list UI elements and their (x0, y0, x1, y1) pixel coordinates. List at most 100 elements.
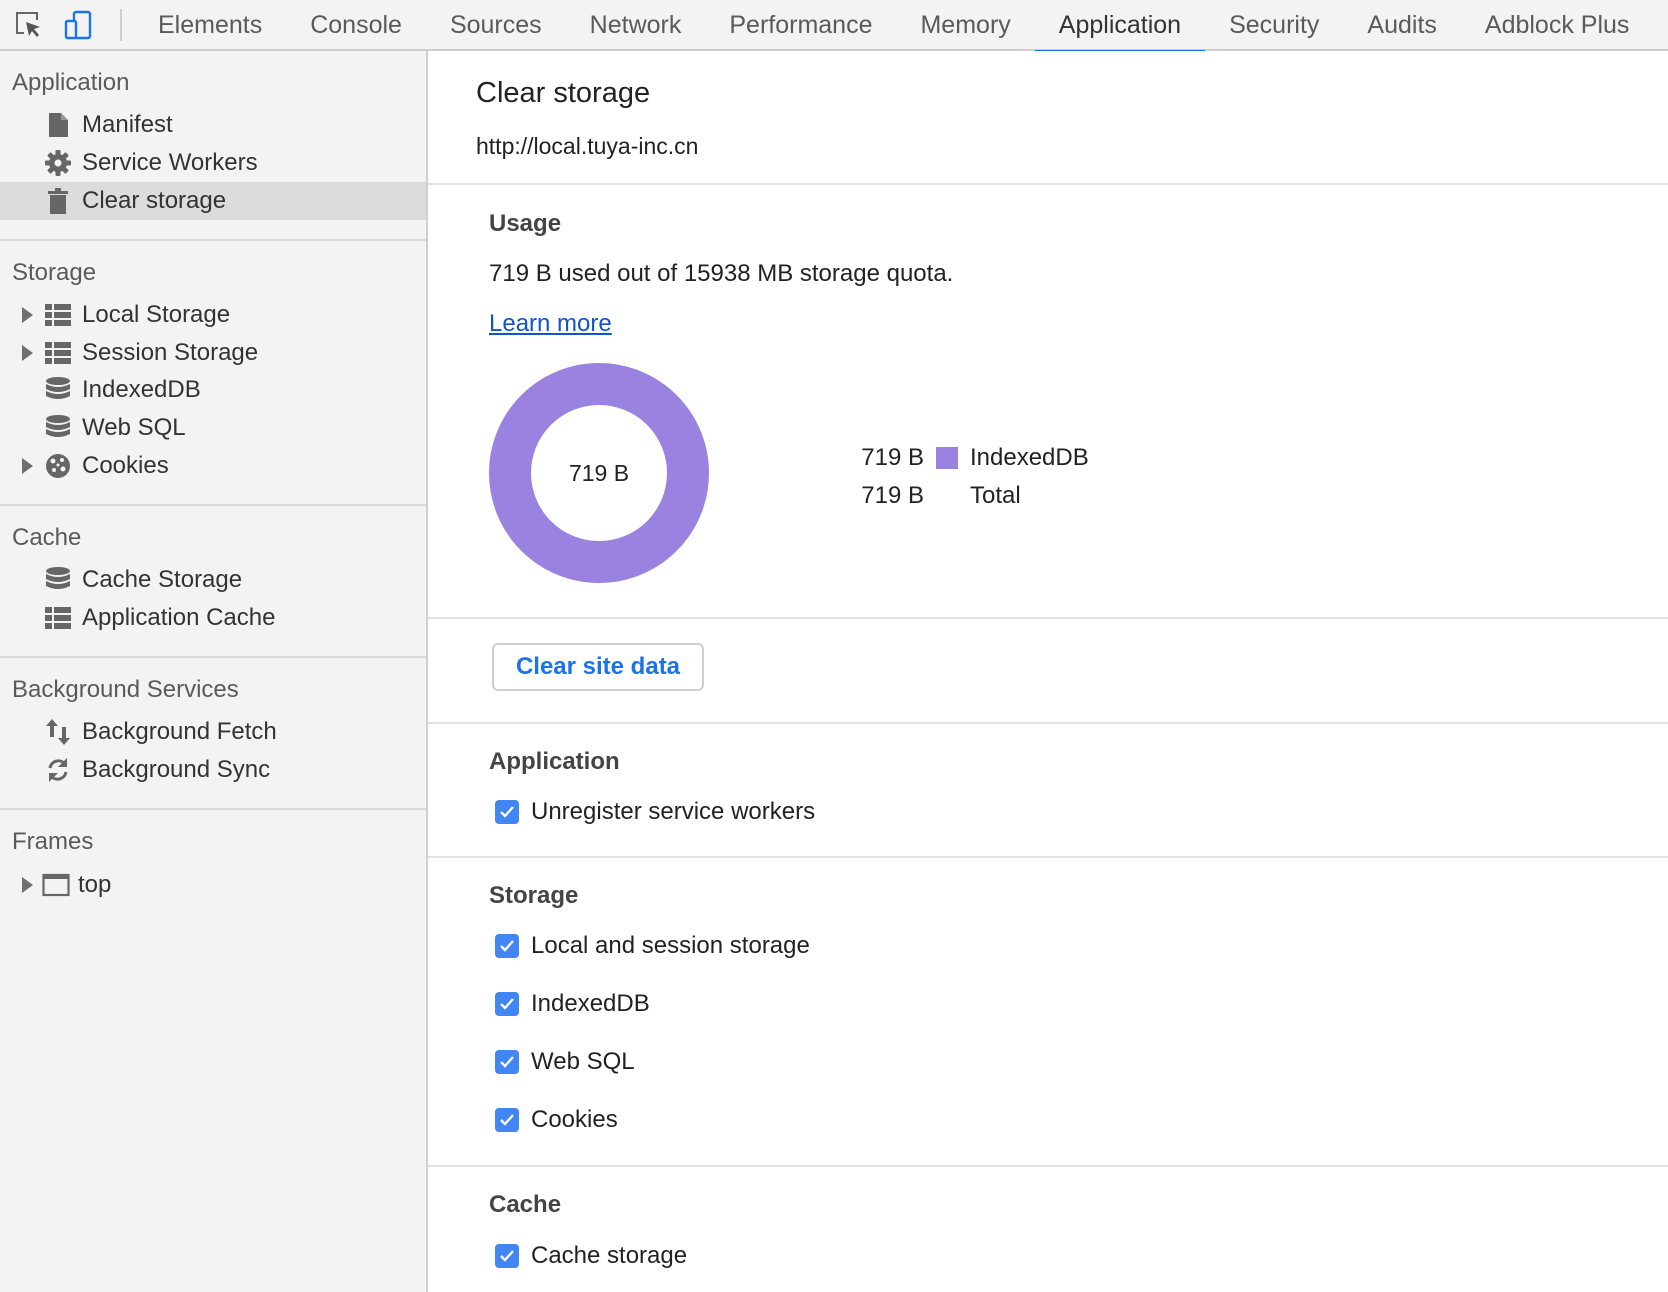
legend-row-indexeddb: 719 B IndexedDB (844, 443, 1089, 473)
inspect-element-icon[interactable] (12, 8, 46, 42)
expand-arrow-icon[interactable] (22, 458, 33, 474)
legend-name: IndexedDB (970, 444, 1089, 471)
section-divider (428, 722, 1668, 724)
application-heading: Application (489, 748, 620, 775)
sidebar-item-manifest[interactable]: Manifest (0, 106, 426, 144)
legend-value: 719 B (861, 482, 924, 509)
sidebar: Application Manifest Service Workers Cle… (0, 51, 428, 1292)
sidebar-item-service-workers[interactable]: Service Workers (0, 144, 426, 182)
trash-icon (44, 187, 72, 215)
checkbox-checked-icon[interactable] (495, 992, 519, 1016)
sidebar-divider (0, 656, 426, 658)
sidebar-section-storage: Storage (12, 259, 97, 286)
sidebar-item-application-cache[interactable]: Application Cache (0, 599, 426, 637)
sidebar-item-cookies[interactable]: Cookies (0, 447, 426, 485)
option-cookies[interactable]: Cookies (495, 1105, 618, 1135)
checkbox-checked-icon[interactable] (495, 1108, 519, 1132)
origin-url: http://local.tuya-inc.cn (476, 133, 699, 159)
tab-adblock-plus[interactable]: Adblock Plus (1461, 0, 1654, 51)
tab-elements[interactable]: Elements (134, 0, 286, 51)
tab-security[interactable]: Security (1205, 0, 1343, 51)
legend-value: 719 B (861, 444, 924, 471)
expand-arrow-icon[interactable] (22, 877, 33, 893)
option-label: Local and session storage (531, 932, 810, 959)
section-divider (428, 617, 1668, 619)
up-down-arrows-icon (44, 718, 72, 746)
sidebar-item-label: Application Cache (82, 604, 276, 631)
sidebar-item-background-sync[interactable]: Background Sync (0, 751, 426, 789)
sidebar-divider (0, 504, 426, 506)
option-label: Unregister service workers (531, 798, 816, 825)
legend-row-total: 719 B Total (844, 481, 1021, 511)
sidebar-divider (0, 808, 426, 810)
tab-console[interactable]: Console (286, 0, 426, 51)
tab-audits[interactable]: Audits (1343, 0, 1460, 51)
database-icon (44, 566, 72, 594)
sidebar-section-frames: Frames (12, 828, 94, 855)
gear-icon (44, 149, 72, 177)
legend-swatch (936, 447, 958, 469)
option-web-sql[interactable]: Web SQL (495, 1047, 635, 1077)
section-divider (428, 1165, 1668, 1167)
sidebar-item-label: Cookies (82, 452, 169, 479)
section-divider (428, 183, 1668, 185)
option-cache-storage[interactable]: Cache storage (495, 1241, 687, 1271)
clear-site-data-button[interactable]: Clear site data (492, 643, 704, 691)
devtools-tab-bar: Elements Console Sources Network Perform… (0, 0, 1668, 53)
database-icon (44, 376, 72, 404)
cache-heading: Cache (489, 1191, 562, 1218)
sidebar-item-label: top (78, 871, 112, 898)
option-label: Cookies (531, 1106, 618, 1133)
tab-memory[interactable]: Memory (896, 0, 1034, 51)
sidebar-item-label: Cache Storage (82, 566, 243, 593)
section-divider (428, 856, 1668, 858)
page-title: Clear storage (476, 77, 651, 109)
clear-storage-panel: Clear storage http://local.tuya-inc.cn U… (428, 51, 1668, 1292)
sidebar-item-label: Background Sync (82, 756, 271, 783)
storage-heading: Storage (489, 882, 579, 909)
sidebar-item-local-storage[interactable]: Local Storage (0, 296, 426, 334)
option-local-session-storage[interactable]: Local and session storage (495, 931, 810, 961)
checkbox-checked-icon[interactable] (495, 1050, 519, 1074)
sidebar-item-cache-storage[interactable]: Cache Storage (0, 561, 426, 599)
sidebar-item-background-fetch[interactable]: Background Fetch (0, 713, 426, 751)
tab-application[interactable]: Application (1034, 0, 1206, 53)
table-icon (44, 604, 72, 632)
sidebar-item-label: Service Workers (82, 149, 258, 176)
tab-network[interactable]: Network (566, 0, 706, 51)
learn-more-link[interactable]: Learn more (489, 310, 612, 338)
sidebar-item-frame-top[interactable]: top (0, 866, 426, 904)
option-unregister-service-workers[interactable]: Unregister service workers (495, 797, 815, 827)
table-icon (44, 301, 72, 329)
sidebar-item-label: IndexedDB (82, 376, 201, 403)
device-toolbar-icon[interactable] (62, 8, 96, 42)
sidebar-item-session-storage[interactable]: Session Storage (0, 334, 426, 372)
option-label: Web SQL (531, 1048, 635, 1075)
checkbox-checked-icon[interactable] (495, 800, 519, 824)
sidebar-item-indexeddb[interactable]: IndexedDB (0, 371, 426, 409)
legend-name: Total (970, 482, 1021, 509)
sidebar-section-cache: Cache (12, 524, 82, 551)
checkbox-checked-icon[interactable] (495, 934, 519, 958)
expand-arrow-icon[interactable] (22, 345, 33, 361)
sync-icon (44, 756, 72, 784)
tab-sources[interactable]: Sources (426, 0, 566, 51)
tab-performance[interactable]: Performance (705, 0, 896, 51)
sidebar-item-label: Clear storage (82, 187, 227, 214)
document-icon (44, 111, 72, 139)
option-label: Cache storage (531, 1242, 688, 1269)
expand-arrow-icon[interactable] (22, 307, 33, 323)
sidebar-item-label: Web SQL (82, 414, 186, 441)
usage-heading: Usage (489, 210, 562, 237)
frame-icon (42, 871, 70, 899)
sidebar-divider (0, 239, 426, 241)
sidebar-item-label: Local Storage (82, 301, 231, 328)
option-indexeddb[interactable]: IndexedDB (495, 989, 650, 1019)
sidebar-item-web-sql[interactable]: Web SQL (0, 409, 426, 447)
legend-swatch (936, 485, 958, 507)
usage-summary: 719 B used out of 15938 MB storage quota… (489, 260, 954, 287)
cookie-icon (44, 452, 72, 480)
checkbox-checked-icon[interactable] (495, 1244, 519, 1268)
donut-center-label: 719 B (568, 459, 630, 486)
sidebar-item-clear-storage[interactable]: Clear storage (0, 182, 426, 220)
